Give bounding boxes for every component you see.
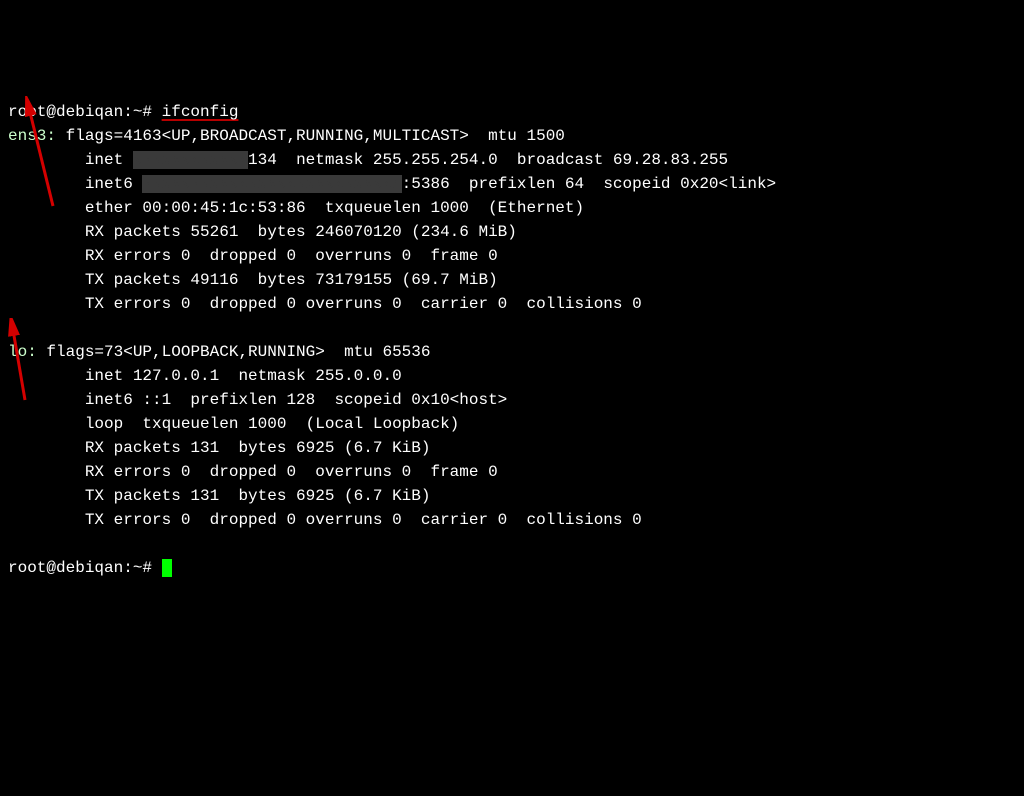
iface-ens3-name: ens3: <box>8 127 56 145</box>
ens3-rx-errors: RX errors 0 dropped 0 overruns 0 frame 0 <box>8 247 498 265</box>
command-ifconfig: ifconfig <box>162 103 239 121</box>
ens3-inet-end: 134 <box>248 151 277 169</box>
ens3-inet6-label: inet6 <box>8 175 142 193</box>
terminal-output: root@debiqan:~# ifconfig ens3: flags=416… <box>8 100 1016 580</box>
ens3-inet6-end: :5386 <box>402 175 450 193</box>
ens3-rx-packets: RX packets 55261 bytes 246070120 (234.6 … <box>8 223 517 241</box>
lo-rx-errors: RX errors 0 dropped 0 overruns 0 frame 0 <box>8 463 498 481</box>
shell-prompt: root@debiqan:~# <box>8 103 162 121</box>
shell-prompt-2[interactable]: root@debiqan:~# <box>8 559 162 577</box>
lo-tx-errors: TX errors 0 dropped 0 overruns 0 carrier… <box>8 511 642 529</box>
iface-lo-flags: flags=73<UP,LOOPBACK,RUNNING> mtu 65536 <box>37 343 431 361</box>
ens3-inet-label: inet <box>8 151 133 169</box>
ens3-ether: ether 00:00:45:1c:53:86 txqueuelen 1000 … <box>8 199 584 217</box>
ens3-inet6-rest: prefixlen 64 scopeid 0x20<link> <box>450 175 776 193</box>
iface-ens3-flags: flags=4163<UP,BROADCAST,RUNNING,MULTICAS… <box>56 127 565 145</box>
ens3-inet-rest: netmask 255.255.254.0 broadcast 69.28.83… <box>277 151 728 169</box>
ens3-tx-packets: TX packets 49116 bytes 73179155 (69.7 Mi… <box>8 271 498 289</box>
ens3-tx-errors: TX errors 0 dropped 0 overruns 0 carrier… <box>8 295 642 313</box>
redacted-ipv4: xxxxxxxxxxxx <box>133 151 248 169</box>
lo-rx-packets: RX packets 131 bytes 6925 (6.7 KiB) <box>8 439 430 457</box>
lo-tx-packets: TX packets 131 bytes 6925 (6.7 KiB) <box>8 487 430 505</box>
lo-inet6: inet6 ::1 prefixlen 128 scopeid 0x10<hos… <box>8 391 507 409</box>
lo-inet: inet 127.0.0.1 netmask 255.0.0.0 <box>8 367 402 385</box>
lo-loop: loop txqueuelen 1000 (Local Loopback) <box>8 415 459 433</box>
redacted-ipv6: xxxxxxxxxxxxxxxxxxxxxxxxxxx <box>142 175 401 193</box>
iface-lo-name: lo: <box>8 343 37 361</box>
cursor[interactable] <box>162 559 172 577</box>
